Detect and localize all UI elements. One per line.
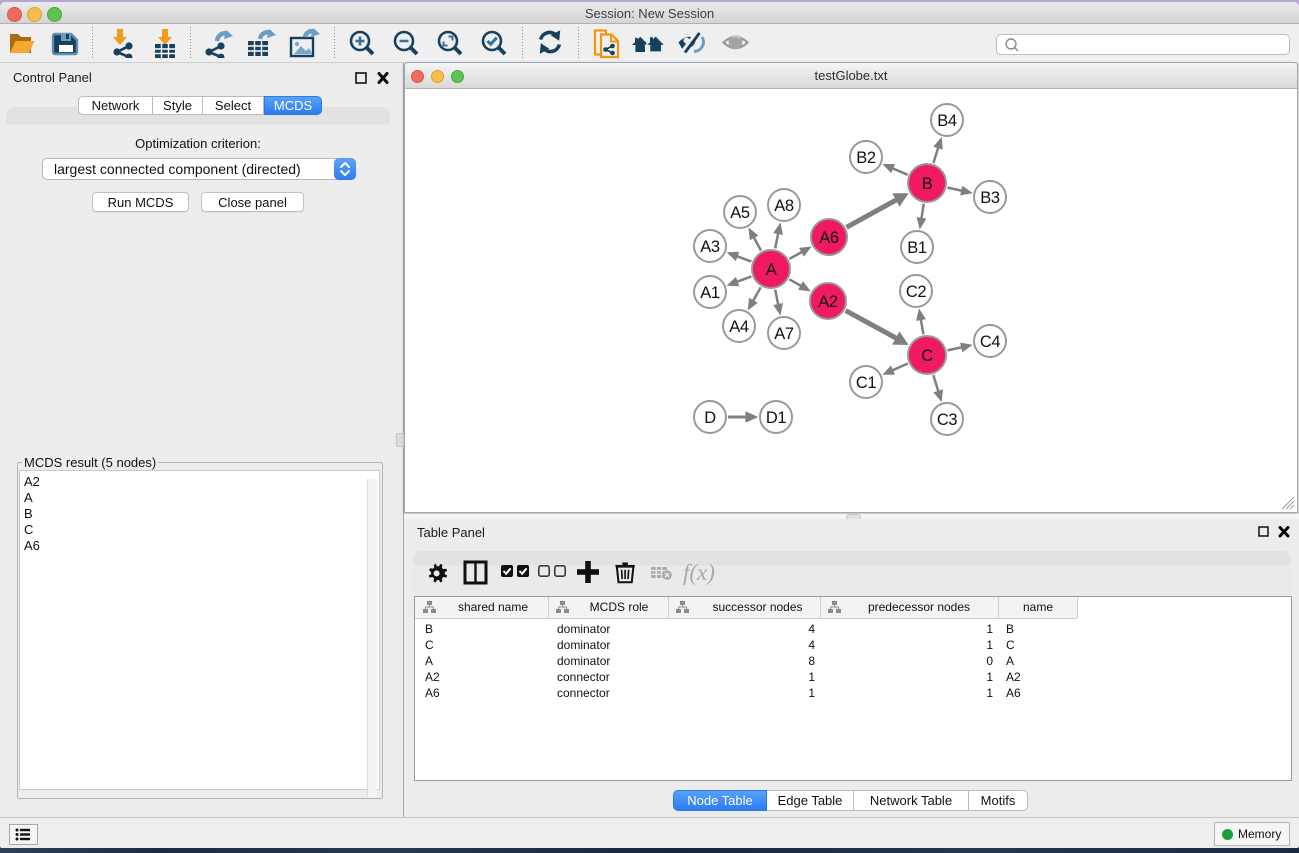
svg-text:A1: A1 xyxy=(700,284,720,302)
svg-text:A6: A6 xyxy=(819,229,839,247)
svg-text:A3: A3 xyxy=(700,238,720,256)
svg-text:B4: B4 xyxy=(937,112,957,130)
svg-text:A7: A7 xyxy=(774,325,794,343)
svg-text:C: C xyxy=(921,347,933,365)
svg-text:C4: C4 xyxy=(980,333,1001,351)
svg-text:B1: B1 xyxy=(907,239,927,257)
svg-text:A5: A5 xyxy=(730,204,750,222)
svg-text:C1: C1 xyxy=(856,374,877,392)
svg-text:B: B xyxy=(922,175,933,193)
svg-text:D1: D1 xyxy=(766,409,787,427)
svg-text:A: A xyxy=(766,261,777,279)
svg-text:A4: A4 xyxy=(729,318,749,336)
svg-text:C3: C3 xyxy=(937,411,958,429)
svg-text:D: D xyxy=(704,409,716,427)
svg-text:B3: B3 xyxy=(980,189,1000,207)
svg-text:C2: C2 xyxy=(906,283,927,301)
svg-text:B2: B2 xyxy=(856,149,876,167)
svg-text:f(x): f(x) xyxy=(683,560,715,585)
svg-text:A2: A2 xyxy=(818,293,838,311)
svg-text:A8: A8 xyxy=(774,197,794,215)
